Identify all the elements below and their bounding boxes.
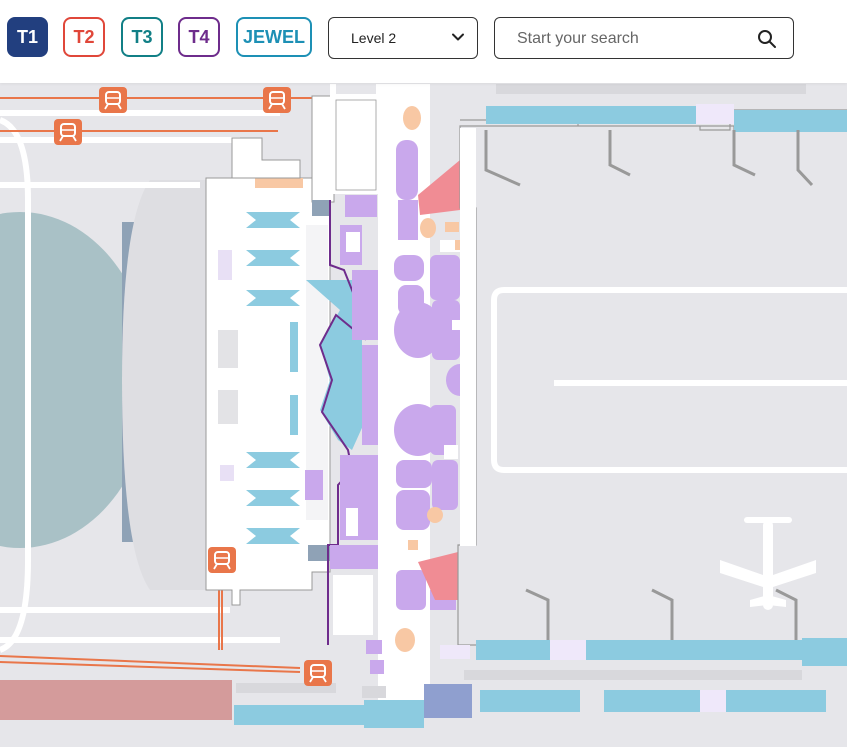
train-icon[interactable] (53, 118, 83, 146)
level-select-value: Level 2 (351, 30, 397, 46)
tab-t3-label: T3 (131, 26, 153, 47)
top-bar: T1 T2 T3 T4 JEWEL Level 2 (0, 0, 847, 83)
tab-t2-label: T2 (73, 26, 95, 47)
tab-t1[interactable]: T1 (7, 17, 48, 57)
level-select[interactable]: Level 2 (328, 17, 478, 59)
train-icon[interactable] (303, 659, 333, 687)
search-box[interactable] (494, 17, 794, 59)
train-icon[interactable] (207, 546, 237, 574)
search-input[interactable] (515, 26, 749, 52)
tab-t2[interactable]: T2 (63, 17, 105, 57)
tab-jewel[interactable]: JEWEL (236, 17, 312, 57)
tab-t3[interactable]: T3 (121, 17, 163, 57)
train-icon[interactable] (98, 86, 128, 114)
tab-t4[interactable]: T4 (178, 17, 220, 57)
airport-map[interactable] (0, 0, 847, 747)
carpark-block (0, 680, 232, 720)
chevron-down-icon (452, 33, 464, 41)
tab-t4-label: T4 (188, 26, 210, 47)
search-icon[interactable] (757, 29, 777, 49)
tab-jewel-label: JEWEL (242, 26, 305, 47)
train-icon[interactable] (262, 86, 292, 114)
tab-t1-label: T1 (16, 26, 38, 47)
